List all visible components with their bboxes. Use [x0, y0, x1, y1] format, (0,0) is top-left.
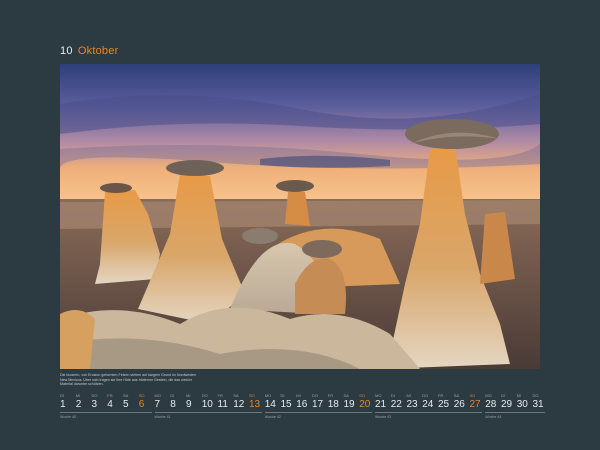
day-number: 24 — [422, 399, 434, 410]
calendar-day: DI 8 — [170, 393, 186, 411]
calendar-day: FR 25 — [438, 393, 454, 411]
week-label: Woche 44 — [485, 415, 502, 419]
day-number: 12 — [233, 399, 245, 410]
calendar-day: DO 24 — [422, 393, 438, 411]
day-number: 16 — [296, 399, 308, 410]
week-label: Woche 43 — [375, 415, 392, 419]
day-number: 30 — [516, 399, 528, 410]
day-number: 4 — [107, 399, 113, 410]
calendar-day: DI 29 — [501, 393, 517, 411]
calendar-day: MO 14 — [265, 393, 281, 411]
day-number: 6 — [138, 399, 145, 410]
calendar-day: MI 2 — [76, 393, 92, 411]
day-number: 7 — [154, 399, 161, 410]
week-divider — [264, 412, 372, 413]
calendar-day: SO 13 — [249, 393, 265, 411]
day-number: 19 — [343, 399, 355, 410]
calendar-day: SA 5 — [123, 393, 139, 411]
day-number: 28 — [485, 399, 497, 410]
calendar-day: FR 18 — [328, 393, 344, 411]
day-number: 18 — [327, 399, 339, 410]
calendar-day: MI 16 — [296, 393, 312, 411]
day-number: 31 — [532, 399, 544, 410]
week-divider — [60, 412, 152, 413]
week-label: Woche 41 — [154, 415, 171, 419]
calendar-strip: DI 1 MI 2 DO 3 FR 4 SA 5 SO 6 MO 7 DI 8 MI 9 DO 10 FR 11 SA 12 S… — [60, 393, 546, 423]
calendar-day: SO 20 — [359, 393, 375, 411]
photo-caption: Die bizarren, von Erosion geformten Fels… — [60, 373, 197, 387]
calendar-day: SA 26 — [454, 393, 470, 411]
day-number: 3 — [91, 399, 98, 410]
day-number: 10 — [201, 399, 213, 410]
week-divider — [375, 412, 483, 413]
day-number: 27 — [469, 399, 481, 410]
calendar-day: DO 10 — [202, 393, 218, 411]
day-number: 5 — [123, 399, 129, 410]
calendar-day: SO 27 — [470, 393, 486, 411]
calendar-day: SA 19 — [344, 393, 360, 411]
day-number: 14 — [264, 399, 276, 410]
month-number: 10 — [60, 45, 73, 57]
day-number: 23 — [406, 399, 418, 410]
day-number: 1 — [60, 399, 66, 410]
day-number: 9 — [186, 399, 192, 410]
calendar-day: MI 30 — [517, 393, 533, 411]
calendar-day: DI 22 — [391, 393, 407, 411]
week-divider — [485, 412, 546, 413]
day-number: 17 — [312, 399, 324, 410]
day-number: 11 — [217, 399, 228, 410]
calendar-day: MO 21 — [375, 393, 391, 411]
calendar-day: DI 15 — [281, 393, 297, 411]
day-number: 20 — [359, 399, 371, 410]
week-label: Woche 40 — [60, 415, 77, 419]
day-number: 26 — [453, 399, 465, 410]
calendar-day: DO 17 — [312, 393, 328, 411]
calendar-day: DO 31 — [533, 393, 549, 411]
week-divider — [154, 412, 262, 413]
day-number: 13 — [249, 399, 261, 410]
day-number: 15 — [280, 399, 292, 410]
calendar-day: SO 6 — [139, 393, 155, 411]
calendar-day: DO 3 — [92, 393, 108, 411]
calendar-day: SA 12 — [233, 393, 249, 411]
calendar-day: DI 1 — [60, 393, 76, 411]
day-number: 21 — [375, 399, 387, 410]
landscape-photo — [60, 64, 540, 369]
day-number: 25 — [438, 399, 450, 410]
day-number: 2 — [75, 399, 82, 410]
calendar-day: MO 28 — [485, 393, 501, 411]
calendar-day: MO 7 — [155, 393, 171, 411]
month-header: 10 Oktober — [60, 45, 118, 57]
day-number: 22 — [390, 399, 402, 410]
calendar-day: FR 11 — [218, 393, 234, 411]
calendar-day: MI 9 — [186, 393, 202, 411]
week-label: Woche 42 — [264, 415, 281, 419]
calendar-day: FR 4 — [107, 393, 123, 411]
month-name: Oktober — [77, 45, 119, 57]
day-number: 8 — [170, 399, 176, 410]
day-number: 29 — [501, 399, 513, 410]
calendar-day: MI 23 — [407, 393, 423, 411]
